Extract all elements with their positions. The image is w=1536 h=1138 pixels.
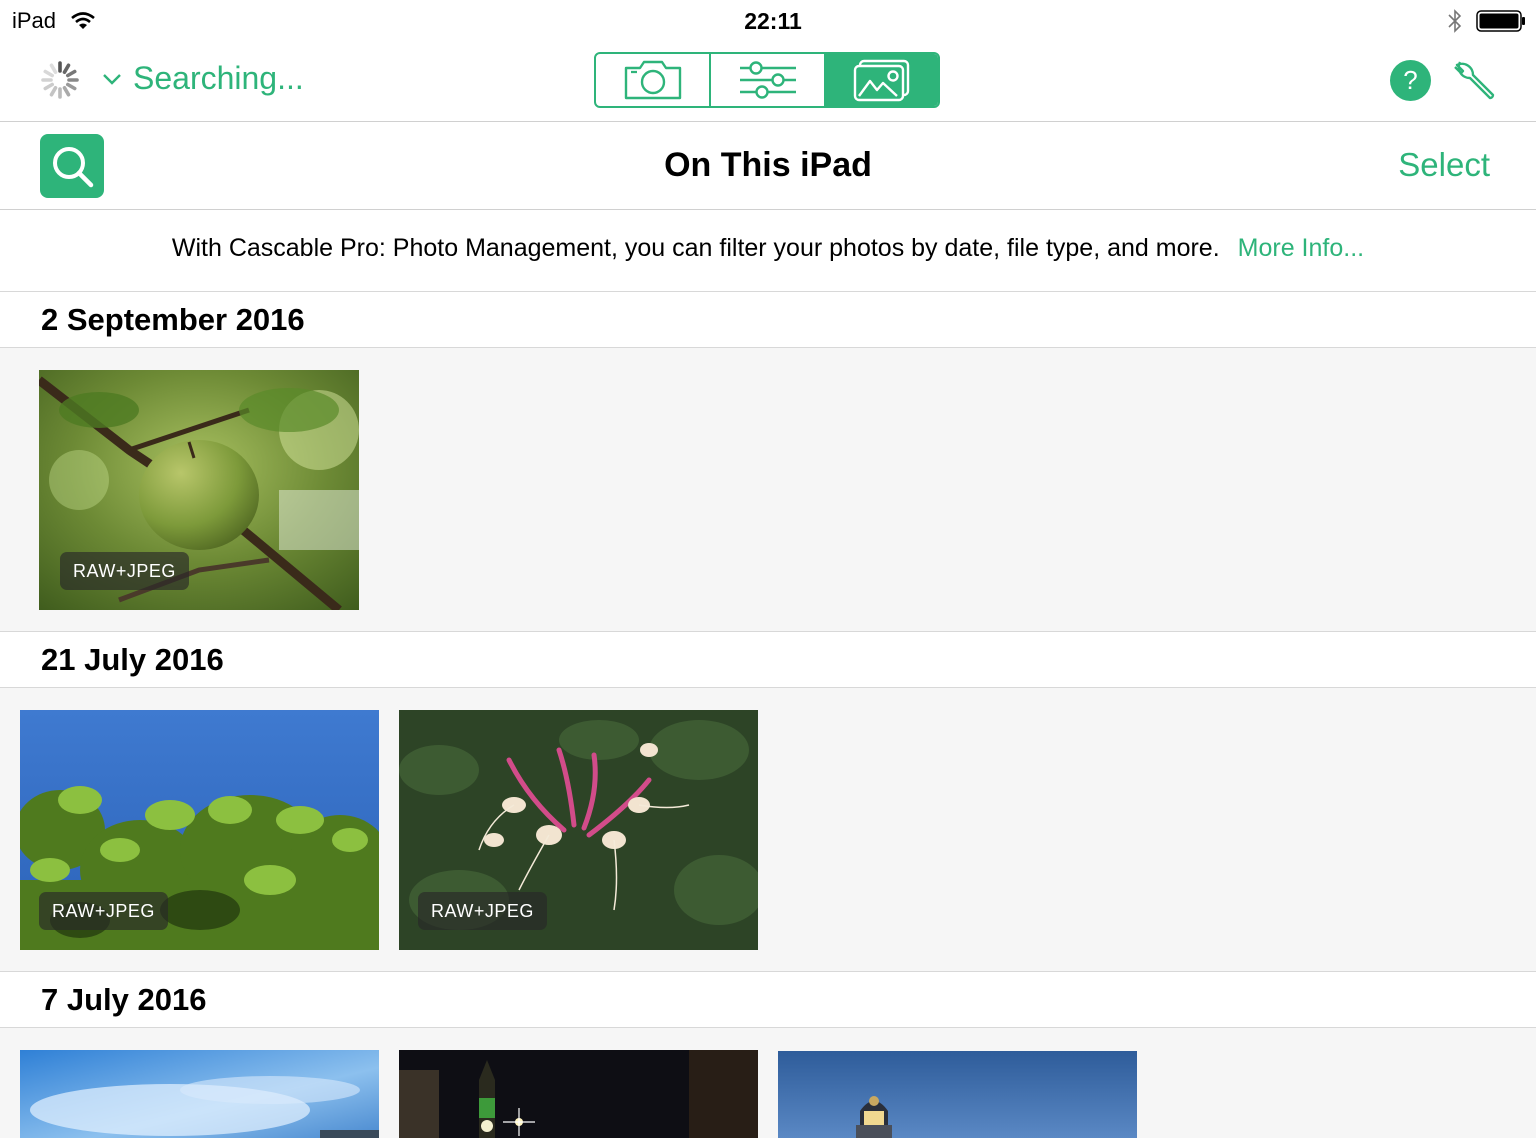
bluetooth-icon	[1448, 9, 1462, 33]
lighthouse-photo-image	[778, 1051, 1137, 1138]
nav-bar: On This iPad Select	[0, 122, 1536, 210]
photo-thumbnail-leaves[interactable]: RAW+JPEG	[20, 710, 379, 950]
photos-icon	[853, 59, 910, 102]
segment-photos[interactable]	[826, 54, 938, 106]
photo-thumbnail-sky[interactable]	[20, 1050, 379, 1138]
section-date: 2 September 2016	[41, 302, 305, 337]
section-header: 7 July 2016	[0, 971, 1536, 1028]
status-time: 22:11	[744, 8, 802, 34]
wrench-icon[interactable]	[1452, 58, 1496, 102]
photo-thumbnail-apple[interactable]: RAW+JPEG	[39, 370, 359, 610]
promo-banner: With Cascable Pro: Photo Management, you…	[0, 210, 1536, 292]
promo-text: With Cascable Pro: Photo Management, you…	[171, 234, 1220, 262]
photo-thumbnail-night-clock-tower[interactable]	[399, 1050, 758, 1138]
camera-search-status[interactable]: Searching...	[133, 60, 304, 97]
page-title: On This iPad	[664, 146, 872, 184]
night-clock-tower-photo-image	[399, 1050, 758, 1138]
file-type-badge: RAW+JPEG	[60, 552, 189, 590]
battery-icon	[1476, 10, 1525, 32]
section-header: 21 July 2016	[0, 631, 1536, 688]
mode-segmented-control	[594, 52, 940, 108]
photo-thumbnail-lighthouse[interactable]	[778, 1051, 1137, 1138]
section-date: 21 July 2016	[41, 642, 224, 677]
sky-photo-image	[20, 1050, 379, 1138]
camera-icon	[624, 60, 681, 100]
section-date: 7 July 2016	[41, 982, 207, 1017]
more-info-link[interactable]: More Info...	[1238, 234, 1364, 262]
help-button[interactable]: ?	[1390, 60, 1431, 101]
sliders-icon	[739, 61, 796, 99]
segment-camera[interactable]	[596, 54, 711, 106]
section-header: 2 September 2016	[0, 291, 1536, 348]
photo-thumbnail-honeysuckle[interactable]: RAW+JPEG	[399, 710, 758, 950]
status-bar: iPad 22:11	[0, 0, 1536, 42]
top-toolbar: Searching... ?	[0, 42, 1536, 122]
file-type-badge: RAW+JPEG	[418, 892, 547, 930]
loading-spinner-icon	[41, 61, 79, 99]
segment-settings[interactable]	[711, 54, 826, 106]
file-type-badge: RAW+JPEG	[39, 892, 168, 930]
chevron-down-icon[interactable]	[102, 72, 122, 86]
select-button[interactable]: Select	[1398, 146, 1490, 184]
